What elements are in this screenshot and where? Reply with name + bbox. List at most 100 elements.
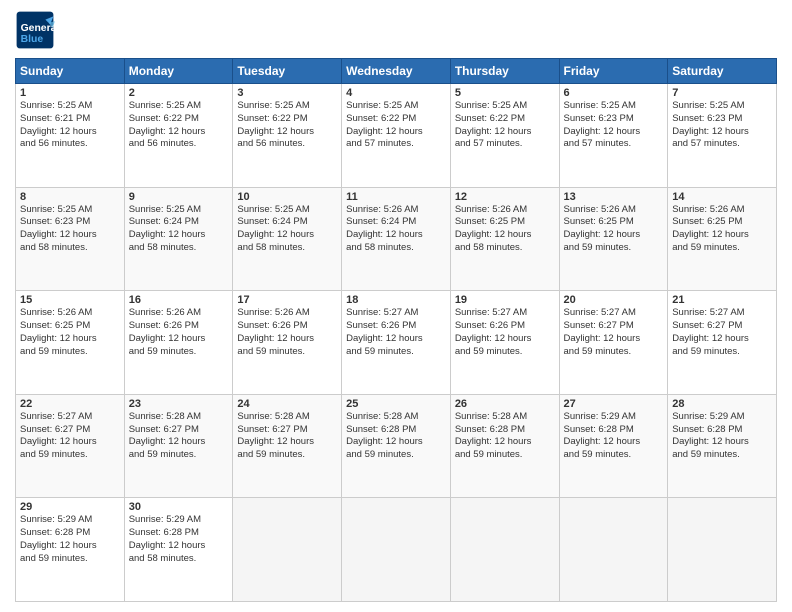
day-info: Sunrise: 5:25 AMSunset: 6:24 PMDaylight:… bbox=[237, 204, 337, 255]
day-info: Sunrise: 5:25 AMSunset: 6:21 PMDaylight:… bbox=[20, 100, 120, 151]
weekday-header: Thursday bbox=[450, 59, 559, 84]
day-info: Sunrise: 5:29 AMSunset: 6:28 PMDaylight:… bbox=[564, 411, 664, 462]
day-number: 20 bbox=[564, 294, 664, 306]
calendar-cell: 11Sunrise: 5:26 AMSunset: 6:24 PMDayligh… bbox=[342, 187, 451, 291]
day-number: 14 bbox=[672, 191, 772, 203]
weekday-header: Saturday bbox=[668, 59, 777, 84]
calendar-cell bbox=[233, 498, 342, 602]
calendar-cell bbox=[450, 498, 559, 602]
calendar-cell: 22Sunrise: 5:27 AMSunset: 6:27 PMDayligh… bbox=[16, 394, 125, 498]
calendar-cell: 14Sunrise: 5:26 AMSunset: 6:25 PMDayligh… bbox=[668, 187, 777, 291]
day-info: Sunrise: 5:25 AMSunset: 6:22 PMDaylight:… bbox=[129, 100, 229, 151]
day-info: Sunrise: 5:26 AMSunset: 6:25 PMDaylight:… bbox=[20, 307, 120, 358]
calendar-cell: 10Sunrise: 5:25 AMSunset: 6:24 PMDayligh… bbox=[233, 187, 342, 291]
day-info: Sunrise: 5:29 AMSunset: 6:28 PMDaylight:… bbox=[20, 514, 120, 565]
day-info: Sunrise: 5:25 AMSunset: 6:24 PMDaylight:… bbox=[129, 204, 229, 255]
day-info: Sunrise: 5:27 AMSunset: 6:26 PMDaylight:… bbox=[455, 307, 555, 358]
day-number: 7 bbox=[672, 87, 772, 99]
day-info: Sunrise: 5:28 AMSunset: 6:27 PMDaylight:… bbox=[129, 411, 229, 462]
day-info: Sunrise: 5:28 AMSunset: 6:28 PMDaylight:… bbox=[346, 411, 446, 462]
calendar-cell bbox=[668, 498, 777, 602]
day-number: 16 bbox=[129, 294, 229, 306]
calendar-cell: 21Sunrise: 5:27 AMSunset: 6:27 PMDayligh… bbox=[668, 291, 777, 395]
day-info: Sunrise: 5:26 AMSunset: 6:26 PMDaylight:… bbox=[237, 307, 337, 358]
weekday-header: Monday bbox=[124, 59, 233, 84]
weekday-header: Sunday bbox=[16, 59, 125, 84]
day-number: 28 bbox=[672, 398, 772, 410]
day-number: 18 bbox=[346, 294, 446, 306]
weekday-header: Friday bbox=[559, 59, 668, 84]
calendar-cell: 2Sunrise: 5:25 AMSunset: 6:22 PMDaylight… bbox=[124, 84, 233, 188]
calendar-cell: 12Sunrise: 5:26 AMSunset: 6:25 PMDayligh… bbox=[450, 187, 559, 291]
day-number: 27 bbox=[564, 398, 664, 410]
calendar-cell: 15Sunrise: 5:26 AMSunset: 6:25 PMDayligh… bbox=[16, 291, 125, 395]
calendar-table: SundayMondayTuesdayWednesdayThursdayFrid… bbox=[15, 58, 777, 602]
day-info: Sunrise: 5:27 AMSunset: 6:27 PMDaylight:… bbox=[564, 307, 664, 358]
day-info: Sunrise: 5:25 AMSunset: 6:22 PMDaylight:… bbox=[346, 100, 446, 151]
day-number: 26 bbox=[455, 398, 555, 410]
day-number: 11 bbox=[346, 191, 446, 203]
header: General Blue bbox=[15, 10, 777, 50]
day-number: 9 bbox=[129, 191, 229, 203]
calendar-cell: 19Sunrise: 5:27 AMSunset: 6:26 PMDayligh… bbox=[450, 291, 559, 395]
day-info: Sunrise: 5:28 AMSunset: 6:28 PMDaylight:… bbox=[455, 411, 555, 462]
day-number: 8 bbox=[20, 191, 120, 203]
day-number: 19 bbox=[455, 294, 555, 306]
calendar-cell: 18Sunrise: 5:27 AMSunset: 6:26 PMDayligh… bbox=[342, 291, 451, 395]
day-info: Sunrise: 5:29 AMSunset: 6:28 PMDaylight:… bbox=[672, 411, 772, 462]
calendar-cell: 5Sunrise: 5:25 AMSunset: 6:22 PMDaylight… bbox=[450, 84, 559, 188]
day-number: 30 bbox=[129, 501, 229, 513]
weekday-header: Tuesday bbox=[233, 59, 342, 84]
day-number: 3 bbox=[237, 87, 337, 99]
calendar-cell bbox=[342, 498, 451, 602]
day-number: 13 bbox=[564, 191, 664, 203]
day-info: Sunrise: 5:27 AMSunset: 6:27 PMDaylight:… bbox=[672, 307, 772, 358]
weekday-header: Wednesday bbox=[342, 59, 451, 84]
calendar-cell: 6Sunrise: 5:25 AMSunset: 6:23 PMDaylight… bbox=[559, 84, 668, 188]
day-number: 5 bbox=[455, 87, 555, 99]
day-info: Sunrise: 5:25 AMSunset: 6:23 PMDaylight:… bbox=[672, 100, 772, 151]
day-number: 1 bbox=[20, 87, 120, 99]
day-number: 10 bbox=[237, 191, 337, 203]
svg-text:General: General bbox=[21, 23, 55, 34]
calendar-cell: 3Sunrise: 5:25 AMSunset: 6:22 PMDaylight… bbox=[233, 84, 342, 188]
calendar-cell: 30Sunrise: 5:29 AMSunset: 6:28 PMDayligh… bbox=[124, 498, 233, 602]
day-number: 2 bbox=[129, 87, 229, 99]
calendar-cell: 13Sunrise: 5:26 AMSunset: 6:25 PMDayligh… bbox=[559, 187, 668, 291]
calendar-cell: 20Sunrise: 5:27 AMSunset: 6:27 PMDayligh… bbox=[559, 291, 668, 395]
calendar-cell: 23Sunrise: 5:28 AMSunset: 6:27 PMDayligh… bbox=[124, 394, 233, 498]
day-info: Sunrise: 5:29 AMSunset: 6:28 PMDaylight:… bbox=[129, 514, 229, 565]
calendar-cell: 25Sunrise: 5:28 AMSunset: 6:28 PMDayligh… bbox=[342, 394, 451, 498]
day-info: Sunrise: 5:27 AMSunset: 6:27 PMDaylight:… bbox=[20, 411, 120, 462]
day-info: Sunrise: 5:25 AMSunset: 6:22 PMDaylight:… bbox=[455, 100, 555, 151]
svg-text:Blue: Blue bbox=[21, 34, 44, 45]
day-number: 25 bbox=[346, 398, 446, 410]
calendar-cell: 27Sunrise: 5:29 AMSunset: 6:28 PMDayligh… bbox=[559, 394, 668, 498]
calendar-cell: 26Sunrise: 5:28 AMSunset: 6:28 PMDayligh… bbox=[450, 394, 559, 498]
day-info: Sunrise: 5:26 AMSunset: 6:25 PMDaylight:… bbox=[564, 204, 664, 255]
day-info: Sunrise: 5:25 AMSunset: 6:23 PMDaylight:… bbox=[564, 100, 664, 151]
calendar-cell: 4Sunrise: 5:25 AMSunset: 6:22 PMDaylight… bbox=[342, 84, 451, 188]
day-info: Sunrise: 5:26 AMSunset: 6:25 PMDaylight:… bbox=[672, 204, 772, 255]
calendar-cell: 24Sunrise: 5:28 AMSunset: 6:27 PMDayligh… bbox=[233, 394, 342, 498]
day-info: Sunrise: 5:26 AMSunset: 6:25 PMDaylight:… bbox=[455, 204, 555, 255]
page: General Blue SundayMondayTuesdayWednesda… bbox=[0, 0, 792, 612]
calendar-cell: 1Sunrise: 5:25 AMSunset: 6:21 PMDaylight… bbox=[16, 84, 125, 188]
calendar-cell: 7Sunrise: 5:25 AMSunset: 6:23 PMDaylight… bbox=[668, 84, 777, 188]
day-number: 22 bbox=[20, 398, 120, 410]
calendar-cell: 28Sunrise: 5:29 AMSunset: 6:28 PMDayligh… bbox=[668, 394, 777, 498]
calendar-cell: 9Sunrise: 5:25 AMSunset: 6:24 PMDaylight… bbox=[124, 187, 233, 291]
day-number: 29 bbox=[20, 501, 120, 513]
calendar-cell: 17Sunrise: 5:26 AMSunset: 6:26 PMDayligh… bbox=[233, 291, 342, 395]
day-number: 24 bbox=[237, 398, 337, 410]
day-info: Sunrise: 5:26 AMSunset: 6:26 PMDaylight:… bbox=[129, 307, 229, 358]
day-info: Sunrise: 5:27 AMSunset: 6:26 PMDaylight:… bbox=[346, 307, 446, 358]
day-info: Sunrise: 5:26 AMSunset: 6:24 PMDaylight:… bbox=[346, 204, 446, 255]
day-number: 23 bbox=[129, 398, 229, 410]
calendar-cell: 8Sunrise: 5:25 AMSunset: 6:23 PMDaylight… bbox=[16, 187, 125, 291]
calendar-cell: 16Sunrise: 5:26 AMSunset: 6:26 PMDayligh… bbox=[124, 291, 233, 395]
day-number: 6 bbox=[564, 87, 664, 99]
day-number: 17 bbox=[237, 294, 337, 306]
day-info: Sunrise: 5:25 AMSunset: 6:23 PMDaylight:… bbox=[20, 204, 120, 255]
calendar-cell bbox=[559, 498, 668, 602]
